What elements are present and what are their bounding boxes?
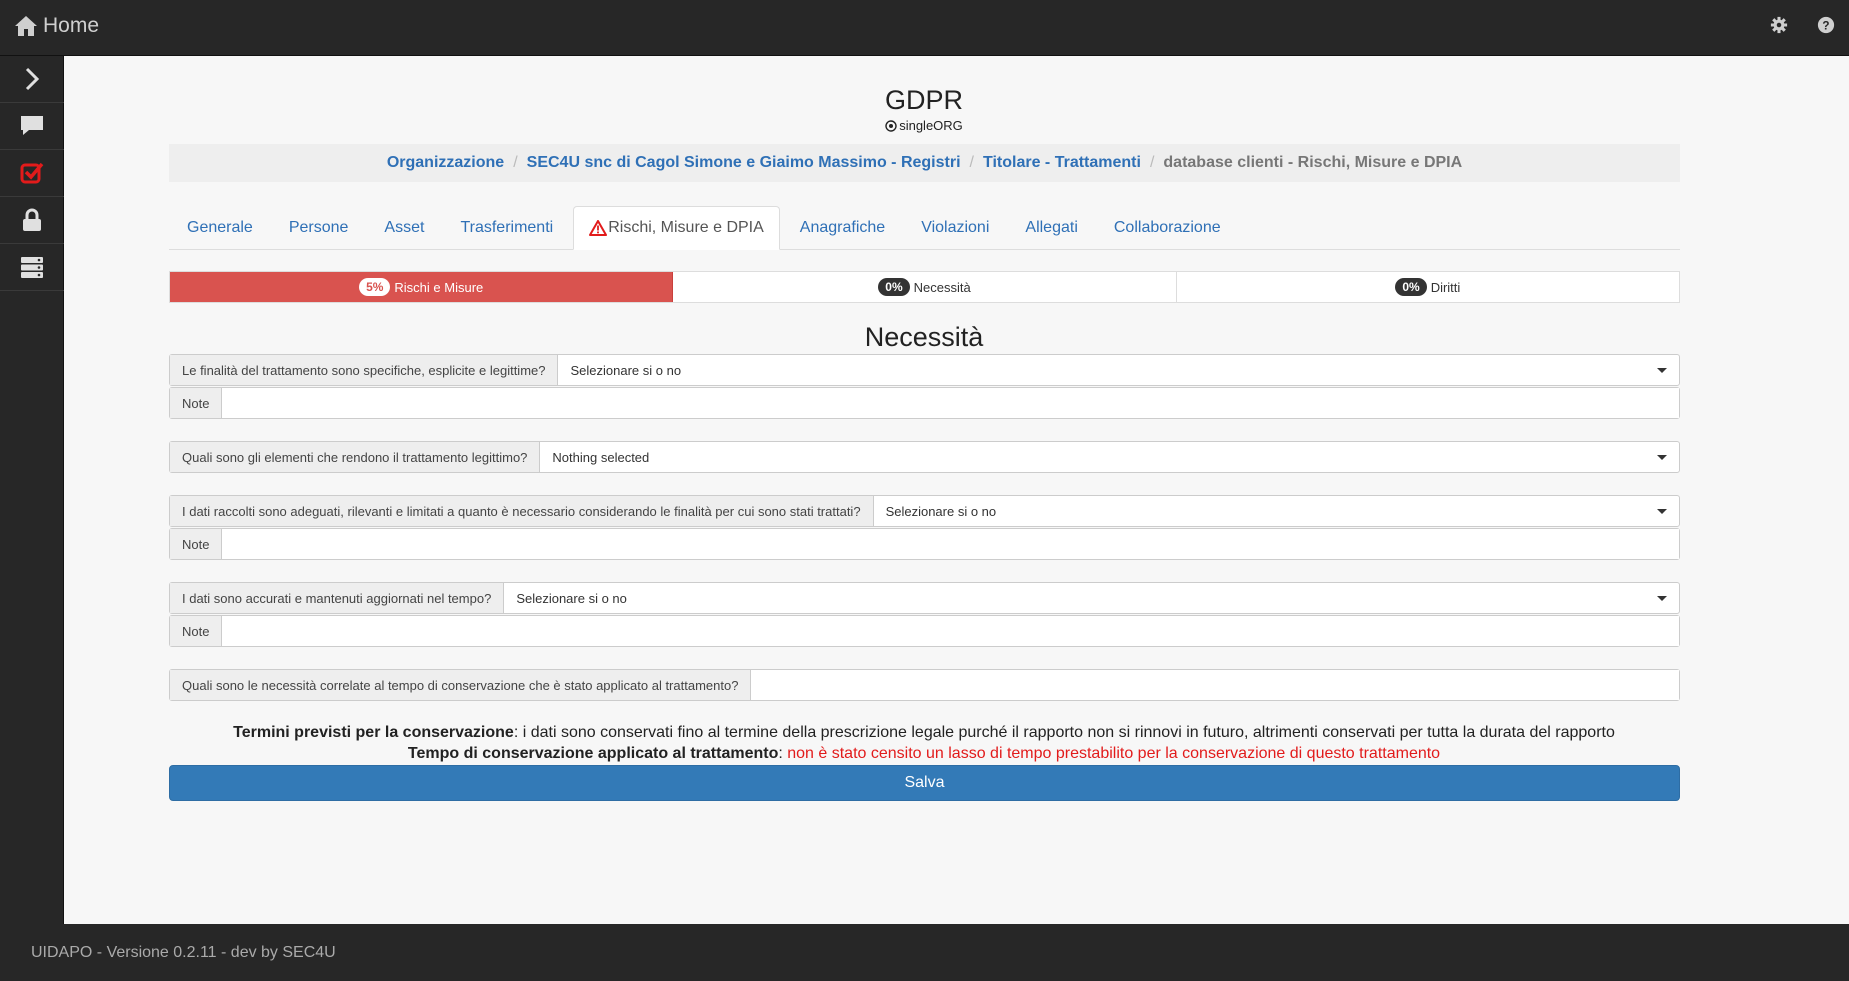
form-row-finalita: Le finalità del trattamento sono specifi… bbox=[169, 354, 1680, 386]
question-label: I dati sono accurati e mantenuti aggiorn… bbox=[170, 583, 505, 613]
gear-icon[interactable] bbox=[1770, 16, 1788, 34]
sidebar bbox=[0, 56, 64, 924]
question-label: I dati raccolti sono adeguati, rilevanti… bbox=[170, 496, 874, 526]
form-row-note: Note bbox=[169, 528, 1680, 560]
sidebar-toggle[interactable] bbox=[0, 56, 64, 103]
svg-text:?: ? bbox=[1822, 20, 1829, 33]
home-icon bbox=[15, 16, 37, 36]
question-label: Quali sono le necessità correlate al tem… bbox=[170, 670, 752, 700]
retention-applied-warning: non è stato censito un lasso di tempo pr… bbox=[787, 745, 1441, 762]
tab-bar: Generale Persone Asset Trasferimenti Ris… bbox=[169, 206, 1680, 250]
page-title: GDPR bbox=[884, 85, 963, 115]
chevron-right-icon bbox=[25, 67, 40, 91]
step-percent-badge: 0% bbox=[878, 278, 910, 296]
tab-label: Rischi, Misure e DPIA bbox=[608, 219, 764, 236]
warning-icon bbox=[589, 220, 608, 236]
tab-anagrafiche[interactable]: Anagrafiche bbox=[782, 206, 903, 250]
note-input-finalita[interactable] bbox=[222, 388, 1679, 418]
note-input-accuratezza[interactable] bbox=[222, 616, 1679, 646]
page-subtitle: singleORG bbox=[64, 118, 1784, 133]
select-value: Selezionare si o no bbox=[885, 503, 997, 519]
step-percent-badge: 0% bbox=[1395, 278, 1427, 296]
server-icon bbox=[21, 257, 43, 278]
tab-generale[interactable]: Generale bbox=[169, 206, 271, 250]
step-diritti[interactable]: 0% Diritti bbox=[1177, 272, 1679, 302]
breadcrumb-current: database clienti - Rischi, Misure e DPIA bbox=[1163, 154, 1463, 171]
retention-terms: Termini previsti per la conservazione: i… bbox=[64, 724, 1784, 742]
chat-icon bbox=[21, 116, 43, 135]
retention-terms-label: Termini previsti per la conservazione bbox=[233, 724, 514, 741]
note-label: Note bbox=[170, 616, 223, 646]
footer-version: UIDAPO - Versione 0.2.11 - dev by SEC4U bbox=[31, 943, 336, 961]
form-row-note: Note bbox=[169, 387, 1680, 419]
tab-collaborazione[interactable]: Collaborazione bbox=[1096, 206, 1239, 250]
target-icon bbox=[885, 119, 897, 132]
retention-terms-text: : i dati sono conservati fino al termine… bbox=[513, 724, 1615, 741]
checkbox-icon bbox=[20, 162, 44, 184]
select-value: Selezionare si o no bbox=[516, 590, 627, 606]
retention-applied: Tempo di conservazione applicato al trat… bbox=[64, 745, 1784, 763]
lock-icon bbox=[23, 208, 41, 231]
retention-applied-sep: : bbox=[778, 745, 788, 762]
progress-steps: 5% Rischi e Misure 0% Necessità 0% Dirit… bbox=[169, 271, 1680, 303]
main-content: GDPR singleORG Organizzazione / SEC4U sn… bbox=[64, 56, 1849, 924]
caret-down-icon bbox=[1657, 367, 1667, 373]
retention-applied-label: Tempo di conservazione applicato al trat… bbox=[407, 745, 779, 762]
caret-down-icon bbox=[1657, 454, 1667, 460]
form-row-adeguatezza: I dati raccolti sono adeguati, rilevanti… bbox=[169, 495, 1680, 527]
tab-persone[interactable]: Persone bbox=[271, 206, 367, 250]
adeguatezza-select[interactable]: Selezionare si o no bbox=[874, 496, 1679, 526]
breadcrumb-trattamenti[interactable]: Titolare - Trattamenti bbox=[983, 154, 1141, 172]
step-percent-badge: 5% bbox=[359, 278, 391, 296]
form-row-legittimita: Quali sono gli elementi che rendono il t… bbox=[169, 441, 1680, 473]
sidebar-item-tasks[interactable] bbox=[0, 150, 64, 197]
breadcrumb-separator: / bbox=[1149, 154, 1155, 171]
select-value: Selezionare si o no bbox=[570, 362, 682, 378]
form-row-note: Note bbox=[169, 615, 1680, 647]
subtitle-text: singleORG bbox=[899, 118, 963, 133]
note-label: Note bbox=[170, 529, 223, 559]
tab-trasferimenti[interactable]: Trasferimenti bbox=[442, 206, 571, 250]
caret-down-icon bbox=[1657, 508, 1667, 514]
accuratezza-select[interactable]: Selezionare si o no bbox=[504, 583, 1679, 613]
form-row-conservazione: Quali sono le necessità correlate al tem… bbox=[169, 669, 1680, 701]
sidebar-item-servers[interactable] bbox=[0, 244, 64, 291]
step-label: Rischi e Misure bbox=[394, 279, 484, 295]
sidebar-item-chat[interactable] bbox=[0, 103, 64, 150]
legittimita-select[interactable]: Nothing selected bbox=[540, 442, 1679, 472]
top-bar: Home ? bbox=[0, 0, 1849, 56]
tab-asset[interactable]: Asset bbox=[366, 206, 442, 250]
breadcrumb-separator: / bbox=[513, 154, 518, 171]
step-label: Diritti bbox=[1430, 279, 1461, 295]
tab-allegati[interactable]: Allegati bbox=[1007, 206, 1095, 250]
help-icon[interactable]: ? bbox=[1817, 16, 1835, 34]
conservazione-input[interactable] bbox=[751, 670, 1679, 700]
caret-down-icon bbox=[1657, 595, 1667, 601]
step-rischi-misure[interactable]: 5% Rischi e Misure bbox=[170, 272, 674, 302]
save-button[interactable]: Salva bbox=[169, 765, 1680, 801]
home-label: Home bbox=[43, 14, 100, 37]
note-label: Note bbox=[170, 388, 223, 418]
breadcrumb-registri[interactable]: SEC4U snc di Cagol Simone e Giaimo Massi… bbox=[527, 154, 961, 172]
breadcrumb-organizzazione[interactable]: Organizzazione bbox=[387, 154, 504, 172]
step-label: Necessità bbox=[913, 279, 971, 295]
question-label: Quali sono gli elementi che rendono il t… bbox=[170, 442, 541, 472]
finalita-select[interactable]: Selezionare si o no bbox=[558, 355, 1679, 385]
tab-rischi-misure-dpia[interactable]: Rischi, Misure e DPIA bbox=[573, 206, 780, 250]
breadcrumb-separator: / bbox=[969, 154, 974, 171]
note-input-adeguatezza[interactable] bbox=[222, 529, 1679, 559]
breadcrumb: Organizzazione / SEC4U snc di Cagol Simo… bbox=[169, 144, 1680, 182]
section-title: Necessità bbox=[864, 322, 984, 352]
footer: UIDAPO - Versione 0.2.11 - dev by SEC4U bbox=[0, 924, 1849, 981]
sidebar-item-security[interactable] bbox=[0, 197, 64, 244]
home-link[interactable]: Home bbox=[14, 14, 99, 38]
question-label: Le finalità del trattamento sono specifi… bbox=[170, 355, 559, 385]
tab-violazioni[interactable]: Violazioni bbox=[903, 206, 1007, 250]
select-value: Nothing selected bbox=[552, 449, 650, 465]
form-row-accuratezza: I dati sono accurati e mantenuti aggiorn… bbox=[169, 582, 1680, 614]
step-necessita[interactable]: 0% Necessità bbox=[673, 272, 1177, 302]
